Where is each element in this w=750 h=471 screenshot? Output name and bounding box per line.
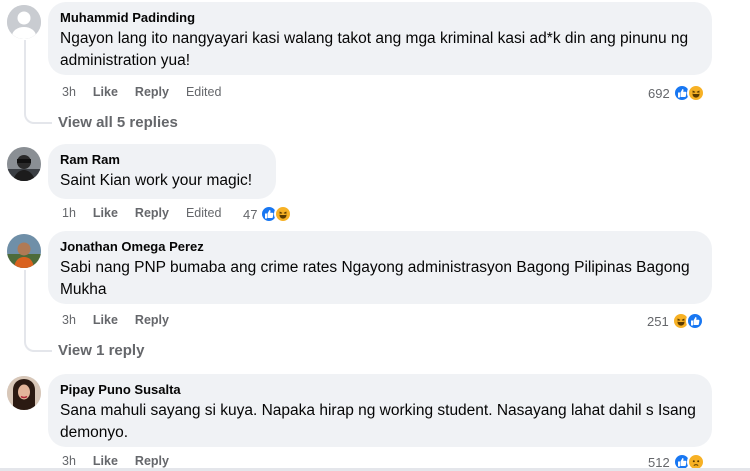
like-icon xyxy=(685,312,704,330)
comment-time[interactable]: 1h xyxy=(62,206,76,220)
thread-connector xyxy=(24,270,52,352)
comment-time[interactable]: 3h xyxy=(62,454,76,468)
reply-button[interactable]: Reply xyxy=(135,85,169,99)
comment-actions: 3h Like Reply Edited xyxy=(62,85,238,99)
reaction-summary[interactable]: 692 xyxy=(648,84,705,102)
comment-bubble: Jonathan Omega Perez Sabi nang PNP bumab… xyxy=(48,231,712,304)
comment-actions: 1h Like Reply Edited xyxy=(62,206,238,220)
like-button[interactable]: Like xyxy=(93,206,118,220)
comment-text: Ngayon lang ito nangyayari kasi walang t… xyxy=(60,30,689,69)
comment-text: Saint Kian work your magic! xyxy=(60,172,253,189)
comment-actions: 3h Like Reply xyxy=(62,313,186,327)
reaction-count: 692 xyxy=(648,85,670,101)
reaction-count: 251 xyxy=(647,313,669,329)
comment-bubble: Pipay Puno Susalta Sana mahuli sayang si… xyxy=(48,374,712,447)
reaction-summary[interactable]: 251 xyxy=(647,312,704,330)
comment-time[interactable]: 3h xyxy=(62,85,76,99)
comment-actions: 3h Like Reply xyxy=(62,454,186,468)
comment-author[interactable]: Jonathan Omega Perez xyxy=(60,239,700,254)
reply-button[interactable]: Reply xyxy=(135,206,169,220)
like-button[interactable]: Like xyxy=(93,454,118,468)
view-replies-link[interactable]: View all 5 replies xyxy=(58,114,178,131)
reply-button[interactable]: Reply xyxy=(135,454,169,468)
comment-author[interactable]: Pipay Puno Susalta xyxy=(60,382,700,397)
comment-bubble: Muhammid Padinding Ngayon lang ito nangy… xyxy=(48,2,712,75)
avatar-photo[interactable] xyxy=(7,147,41,181)
like-button[interactable]: Like xyxy=(93,85,118,99)
comment-author[interactable]: Ram Ram xyxy=(60,152,264,167)
reaction-count: 47 xyxy=(243,206,258,222)
comment-text: Sabi nang PNP bumaba ang crime rates Nga… xyxy=(60,259,690,298)
avatar-default[interactable] xyxy=(7,5,41,39)
comment-bubble: Ram Ram Saint Kian work your magic! xyxy=(48,144,276,199)
avatar-photo[interactable] xyxy=(7,376,41,410)
reaction-summary[interactable]: 47 xyxy=(243,205,293,223)
thread-connector xyxy=(24,40,52,124)
comment-author[interactable]: Muhammid Padinding xyxy=(60,10,700,25)
haha-icon xyxy=(274,205,293,223)
comment-time[interactable]: 3h xyxy=(62,313,76,327)
edited-label: Edited xyxy=(185,206,222,220)
avatar-photo[interactable] xyxy=(7,234,41,268)
comment-text: Sana mahuli sayang si kuya. Napaka hirap… xyxy=(60,402,696,441)
view-replies-link[interactable]: View 1 reply xyxy=(58,342,144,359)
haha-icon xyxy=(686,84,705,102)
reply-button[interactable]: Reply xyxy=(135,313,169,327)
like-button[interactable]: Like xyxy=(93,313,118,327)
edited-label: Edited xyxy=(185,85,222,99)
